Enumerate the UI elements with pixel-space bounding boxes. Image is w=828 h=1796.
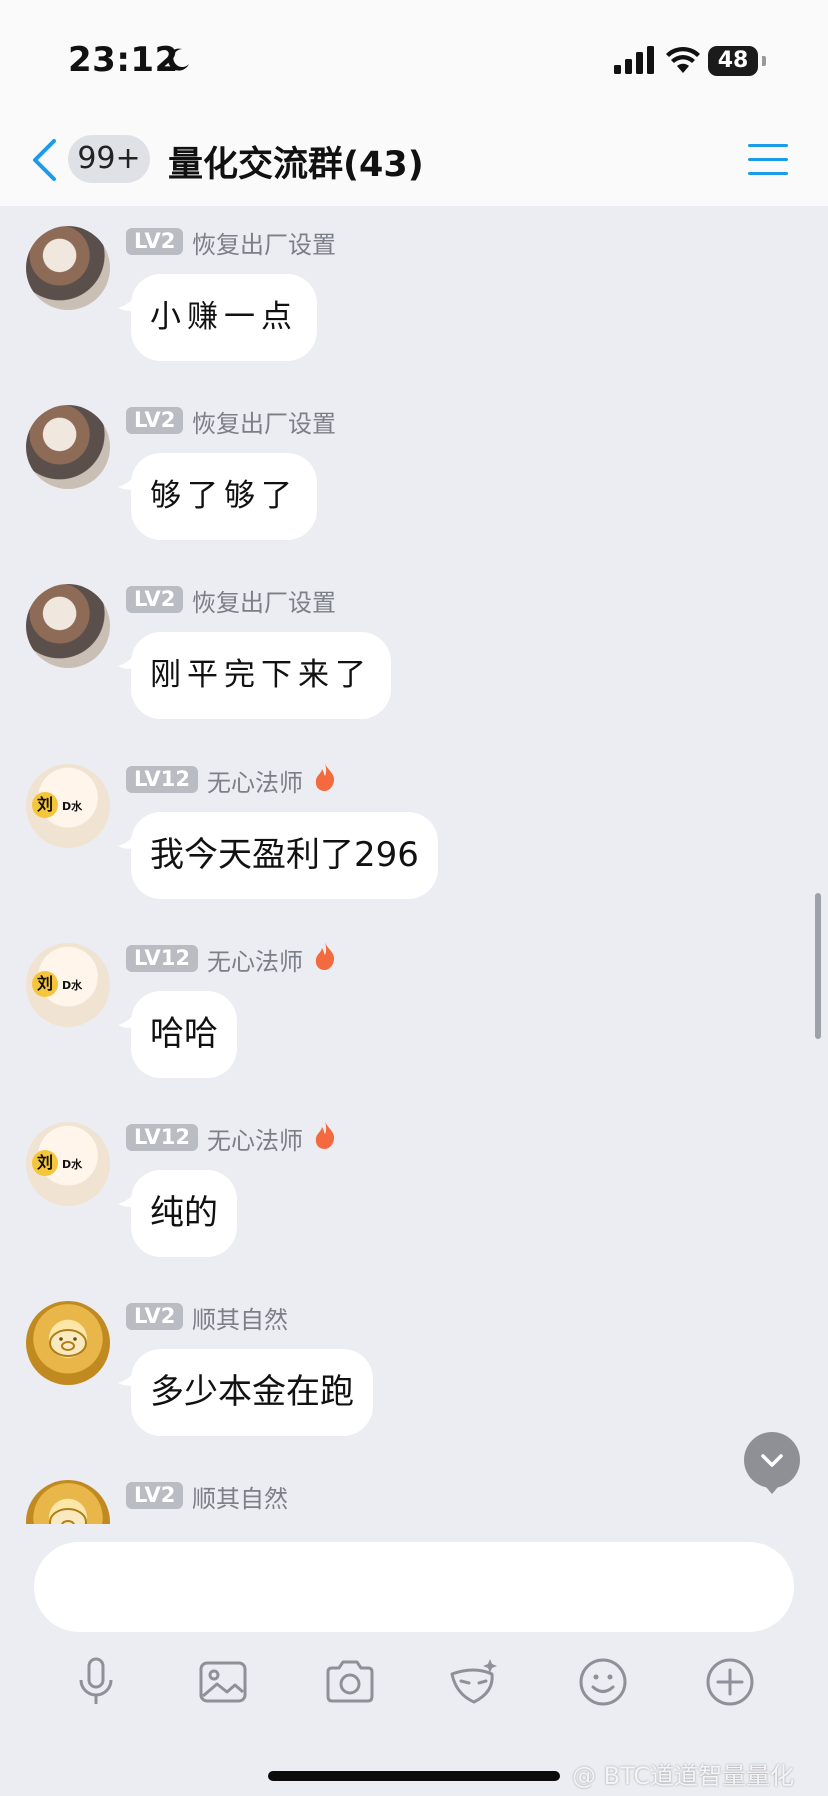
avatar-text: D水 [62, 800, 83, 813]
fire-icon [315, 1121, 335, 1149]
sender-name[interactable]: 顺其自然 [192, 1300, 288, 1335]
level-badge: LV12 [126, 945, 198, 972]
message-bubble[interactable]: 纯的 [131, 1170, 237, 1257]
message-row: LV2 恢复出厂设置 够了够了 [0, 387, 828, 557]
nav-bar: 99+ 量化交流群(43) [0, 112, 828, 206]
message-bubble[interactable]: 够了够了 [131, 453, 317, 540]
level-badge: LV12 [126, 1124, 198, 1151]
avatar[interactable] [26, 1480, 110, 1524]
avatar[interactable]: 刘 D水 [26, 1122, 110, 1206]
signal-icon [614, 46, 654, 74]
camera-icon[interactable] [324, 1656, 376, 1708]
scroll-to-bottom-button[interactable] [744, 1432, 800, 1494]
message-bubble[interactable]: 刚平完下来了 [131, 632, 391, 719]
microphone-icon[interactable] [70, 1656, 122, 1708]
level-badge: LV2 [126, 228, 184, 255]
menu-line [748, 144, 788, 147]
level-badge: LV2 [126, 1303, 184, 1330]
menu-line [748, 172, 788, 175]
unread-count-badge[interactable]: 99+ [68, 135, 150, 183]
avatar-text: D水 [62, 1158, 83, 1171]
sender-name[interactable]: 恢复出厂设置 [192, 225, 336, 260]
plus-icon[interactable] [704, 1656, 756, 1708]
battery-indicator: 48 [708, 46, 766, 76]
pig-icon [49, 1508, 87, 1524]
home-indicator[interactable] [268, 1771, 560, 1781]
menu-icon[interactable] [748, 142, 788, 178]
message-row: LV2 恢复出厂设置 小赚一点 [0, 208, 828, 378]
avatar[interactable] [26, 226, 110, 310]
menu-line [748, 158, 788, 161]
message-row: 刘 D水 LV12 无心法师 哈哈 [0, 925, 828, 1095]
fire-icon [315, 763, 335, 791]
sender-name[interactable]: 无心法师 [207, 1121, 303, 1156]
battery-level: 48 [708, 46, 758, 76]
avatar[interactable] [26, 405, 110, 489]
sender-name[interactable]: 顺其自然 [192, 1479, 288, 1514]
message-row: LV2 恢复出厂设置 刚平完下来了 [0, 566, 828, 736]
avatar-text: 刘 [32, 792, 58, 818]
message-row: 刘 D水 LV12 无心法师 我今天盈利了296 [0, 746, 828, 916]
avatar[interactable]: 刘 D水 [26, 943, 110, 1027]
status-time: 23:12 [68, 40, 179, 80]
message-row: LV2 顺其自然 多少本金在跑 [0, 1283, 828, 1453]
message-bubble[interactable]: 小赚一点 [131, 274, 317, 361]
chat-area[interactable]: LV2 恢复出厂设置 小赚一点 LV2 恢复出厂设置 够了够了 LV2 恢复出厂… [0, 206, 828, 1524]
message-row: 刘 D水 LV12 无心法师 纯的 [0, 1104, 828, 1274]
message-row: LV2 顺其自然 [0, 1462, 828, 1524]
fire-icon [315, 942, 335, 970]
mask-icon[interactable] [448, 1656, 500, 1708]
avatar[interactable]: 刘 D水 [26, 764, 110, 848]
watermark-text: @ BTC道道智量量化 [572, 1762, 795, 1790]
message-input[interactable] [34, 1542, 794, 1632]
input-bar: @ BTC道道智量量化 [0, 1524, 828, 1796]
back-chevron-icon[interactable] [30, 138, 58, 182]
level-badge: LV2 [126, 586, 184, 613]
toolbar [0, 1656, 828, 1716]
scroll-indicator[interactable] [815, 893, 821, 1039]
avatar-text: 刘 [32, 1150, 58, 1176]
avatar[interactable] [26, 584, 110, 668]
pig-icon [49, 1329, 87, 1357]
wifi-icon [666, 46, 700, 73]
sender-name[interactable]: 恢复出厂设置 [192, 583, 336, 618]
message-bubble[interactable]: 哈哈 [131, 991, 237, 1078]
avatar-text: D水 [62, 979, 83, 992]
image-icon[interactable] [197, 1656, 249, 1708]
status-bar: 23:12 48 [0, 0, 828, 112]
sender-name[interactable]: 无心法师 [207, 942, 303, 977]
moon-icon [167, 48, 189, 71]
level-badge: LV12 [126, 766, 198, 793]
avatar-text: 刘 [32, 971, 58, 997]
sender-name[interactable]: 无心法师 [207, 763, 303, 798]
message-bubble[interactable]: 我今天盈利了296 [131, 812, 438, 899]
emoji-icon[interactable] [577, 1656, 629, 1708]
message-bubble[interactable]: 多少本金在跑 [131, 1349, 373, 1436]
sender-name[interactable]: 恢复出厂设置 [192, 404, 336, 439]
level-badge: LV2 [126, 1482, 184, 1509]
battery-nub [762, 56, 766, 66]
level-badge: LV2 [126, 407, 184, 434]
group-title[interactable]: 量化交流群(43) [168, 136, 424, 187]
avatar[interactable] [26, 1301, 110, 1385]
